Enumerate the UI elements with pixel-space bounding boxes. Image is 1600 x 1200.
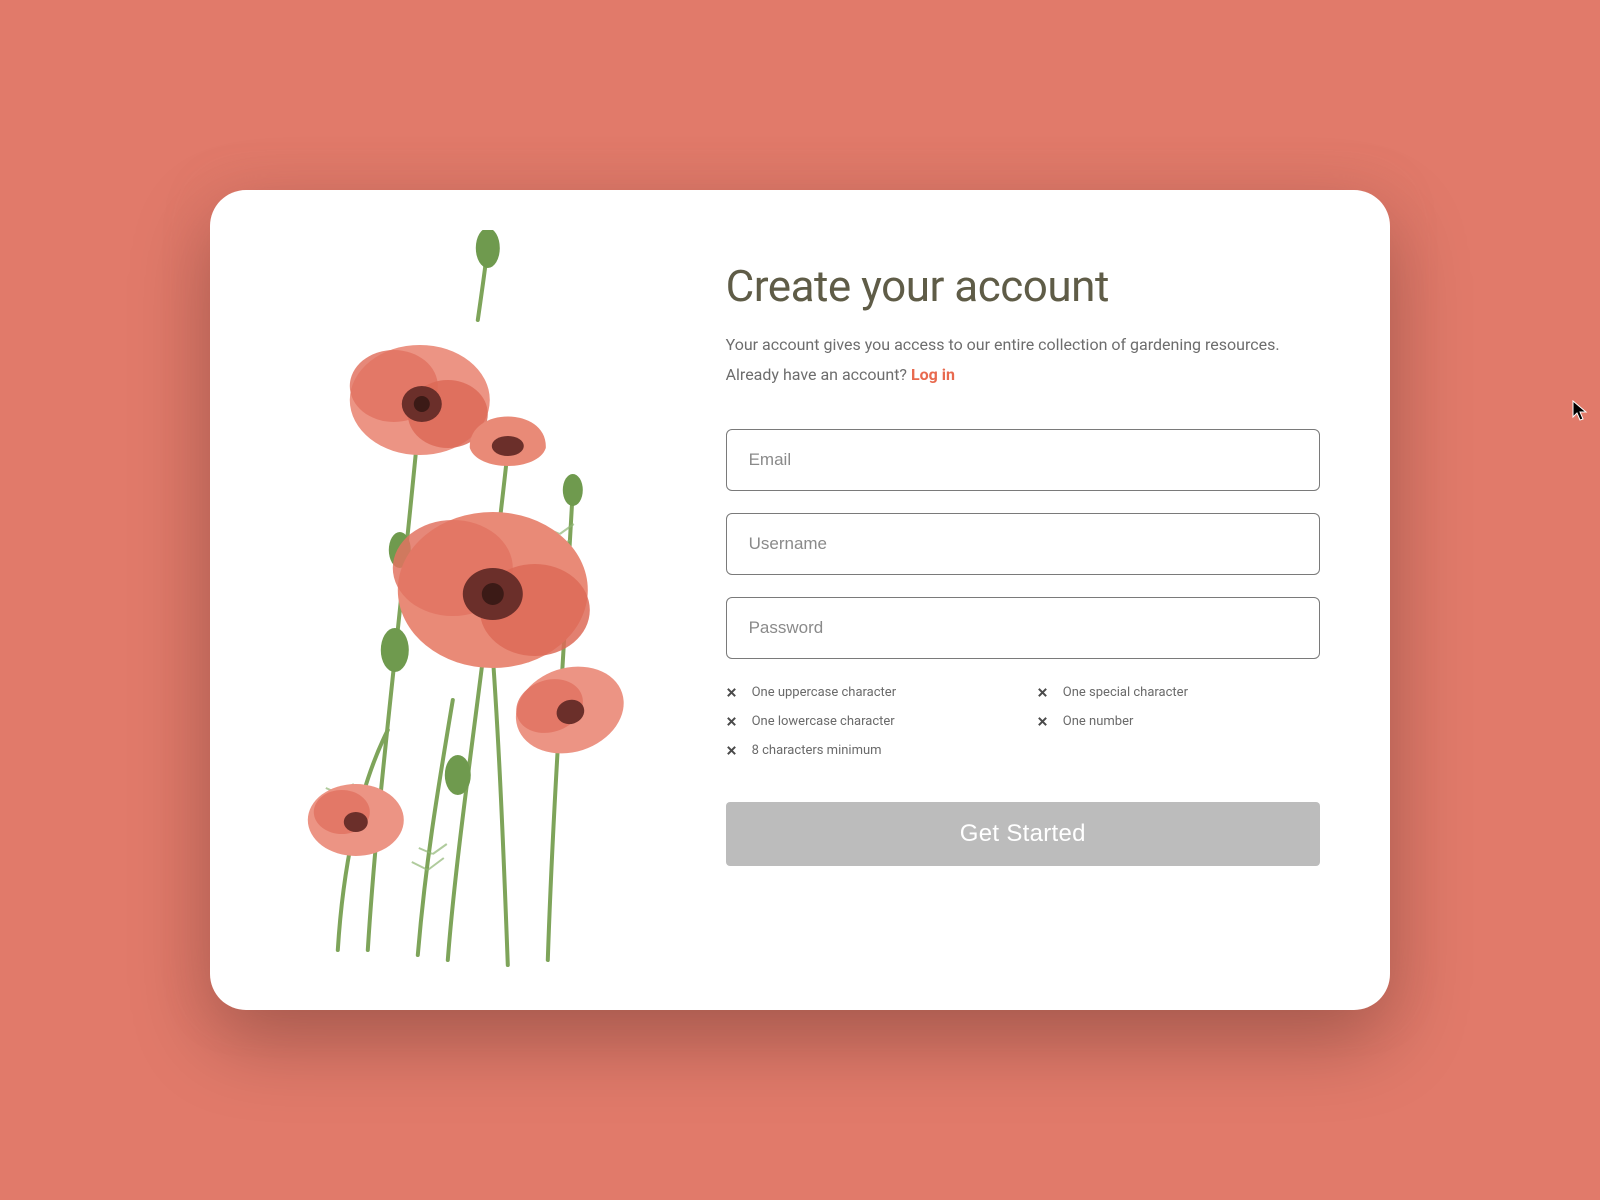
x-icon [726,686,738,698]
req-special: One special character [1037,685,1320,700]
req-number: One number [1037,714,1320,729]
email-field[interactable] [726,429,1320,491]
signup-form: Create your account Your account gives y… [706,190,1390,1010]
page-subtitle: Your account gives you access to our ent… [726,330,1320,391]
x-icon [1037,715,1049,727]
cursor-icon [1572,400,1588,422]
req-label: One special character [1063,685,1188,700]
req-lowercase: One lowercase character [726,714,1009,729]
req-label: One lowercase character [752,714,895,729]
get-started-button[interactable]: Get Started [726,802,1320,866]
x-icon [1037,686,1049,698]
password-requirements: One uppercase character One special char… [726,685,1320,758]
illustration-poppies [210,190,706,1010]
req-label: One number [1063,714,1134,729]
signup-card: Create your account Your account gives y… [210,190,1390,1010]
subtitle-text: Your account gives you access to our ent… [726,335,1280,384]
req-label: 8 characters minimum [752,743,882,758]
username-field[interactable] [726,513,1320,575]
login-link[interactable]: Log in [911,365,955,384]
req-label: One uppercase character [752,685,897,700]
x-icon [726,744,738,756]
req-minlength: 8 characters minimum [726,743,1009,758]
x-icon [726,715,738,727]
page-title: Create your account [726,260,1320,312]
password-field[interactable] [726,597,1320,659]
req-uppercase: One uppercase character [726,685,1009,700]
